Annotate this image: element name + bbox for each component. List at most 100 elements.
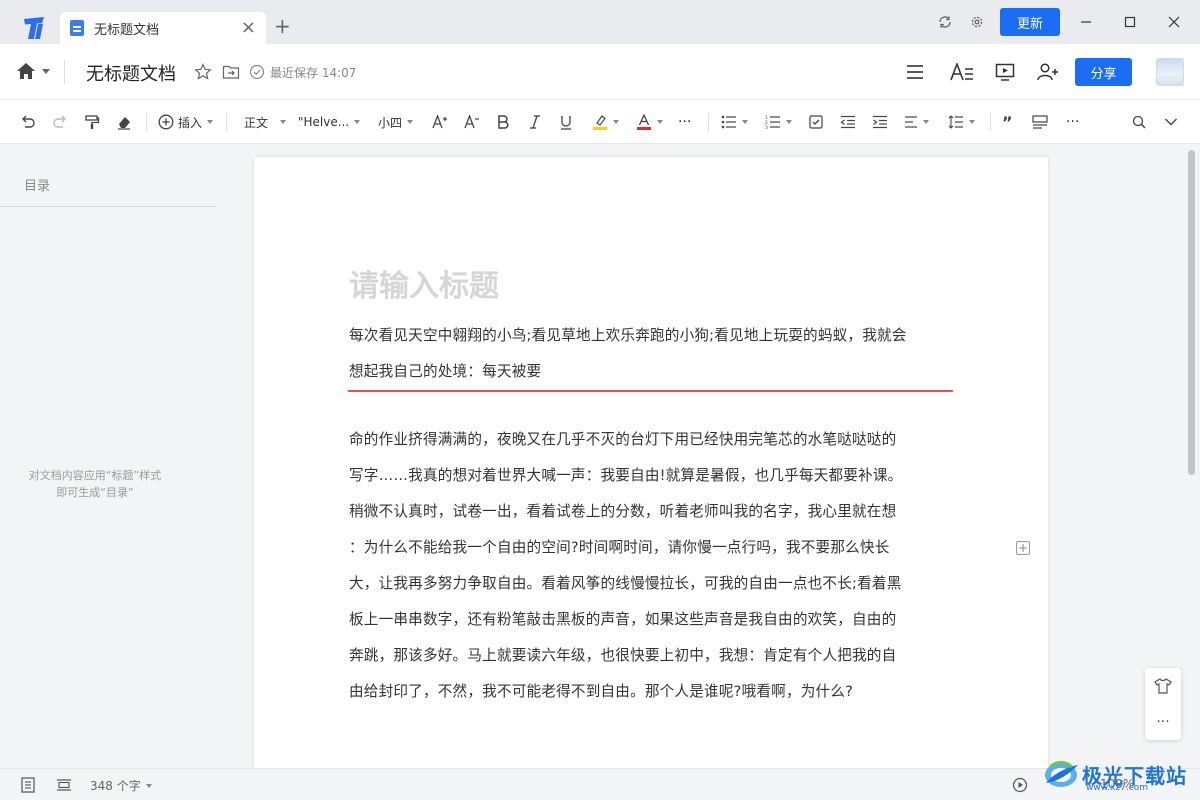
- font-color-button[interactable]: [636, 112, 663, 132]
- home-icon[interactable]: [16, 62, 36, 80]
- font-color-icon: [637, 114, 651, 130]
- sync-icon[interactable]: [936, 13, 954, 31]
- undo-icon[interactable]: [20, 112, 36, 132]
- web-view-icon[interactable]: [54, 776, 74, 794]
- saved-check-icon: [248, 63, 266, 81]
- line-spacing-button[interactable]: [948, 112, 975, 132]
- toolbar-divider: [146, 113, 147, 131]
- search-icon[interactable]: [1132, 112, 1146, 132]
- align-button[interactable]: [904, 112, 929, 132]
- highlighter-icon: [593, 115, 607, 130]
- play-icon[interactable]: [1010, 776, 1030, 794]
- redo-icon[interactable]: [52, 112, 68, 132]
- insert-button[interactable]: 插入: [158, 112, 214, 132]
- theme-shirt-icon[interactable]: [1145, 668, 1181, 704]
- chevron-down-icon: [354, 120, 361, 124]
- user-avatar[interactable]: [1156, 58, 1184, 86]
- app-logo-icon: [24, 17, 44, 39]
- decrease-font-size-icon[interactable]: [464, 112, 480, 132]
- paragraph-style-value: 正文: [244, 115, 269, 130]
- chevron-down-icon: [657, 120, 663, 124]
- bullet-list-button[interactable]: [721, 112, 748, 132]
- underline-icon[interactable]: [560, 112, 572, 132]
- title-bar: 无标题文档 × + 更新: [0, 0, 1200, 44]
- increase-indent-icon[interactable]: [872, 112, 888, 132]
- close-window-icon[interactable]: [1164, 12, 1184, 32]
- tab-title: 无标题文档: [94, 22, 160, 38]
- collapse-toolbar-chevron-icon[interactable]: [1164, 112, 1178, 132]
- spellcheck-underline: [348, 390, 953, 392]
- outline-sidebar: 目录 对文档内容应用“标题”样式 即可生成“目录”: [0, 145, 216, 768]
- outline-title: 目录: [24, 179, 51, 194]
- share-button[interactable]: 分享: [1075, 58, 1132, 86]
- new-tab-icon[interactable]: +: [274, 16, 291, 36]
- decrease-indent-icon[interactable]: [840, 112, 856, 132]
- formatting-toolbar: 插入 正文 "Helve... 小四 ··· 123 ” ···: [0, 100, 1200, 144]
- text-line: 命的作业挤得满满的，夜晚又在几乎不灭的台灯下用已经快用完笔芯的水笔哒哒哒的: [349, 431, 897, 448]
- insert-label: 插入: [178, 115, 203, 130]
- text-line: 板上一串串数字，还有粉笔敲击黑板的声音，如果这些声音是我自由的欢笑，自由的: [349, 611, 897, 628]
- font-size-value: 小四: [378, 115, 403, 130]
- text-line: ：为什么不能给我一个自由的空间?时间啊时间，请你慢一点行吗，我不要那么快长: [349, 539, 890, 556]
- tab-close-icon[interactable]: ×: [241, 19, 256, 37]
- text-line: 每次看见天空中翱翔的小鸟;看见草地上欢乐奔跑的小狗;看见地上玩耍的蚂蚁，我就会: [349, 327, 907, 344]
- chevron-down-icon: [969, 120, 975, 124]
- font-size-select[interactable]: 小四: [378, 112, 414, 132]
- document-tab[interactable]: 无标题文档 ×: [60, 12, 266, 44]
- format-painter-icon[interactable]: [84, 112, 100, 132]
- text-block-icon[interactable]: [1032, 112, 1048, 132]
- clear-format-eraser-icon[interactable]: [116, 112, 132, 132]
- increase-font-size-icon[interactable]: [432, 112, 448, 132]
- status-bar: 348 个字 100%: [0, 768, 1200, 800]
- bullet-list-icon: [721, 115, 736, 129]
- add-comment-icon[interactable]: +: [1016, 541, 1030, 555]
- paragraph[interactable]: 每次看见天空中翱翔的小鸟;看见草地上欢乐奔跑的小狗;看见地上玩耍的蚂蚁，我就会 …: [349, 318, 955, 390]
- text-line: 想起我自己的处境：每天被要: [349, 363, 542, 380]
- add-collaborator-icon[interactable]: [1037, 63, 1059, 81]
- more-tools-icon[interactable]: ···: [1066, 112, 1079, 132]
- menu-icon[interactable]: [906, 63, 924, 81]
- plus-circle-icon: [158, 114, 174, 130]
- chevron-down-icon: [613, 120, 619, 124]
- bold-icon[interactable]: [497, 112, 509, 132]
- italic-icon[interactable]: [529, 112, 541, 132]
- text-format-icon[interactable]: [950, 63, 974, 81]
- chevron-down-icon: [280, 120, 287, 124]
- outline-divider: [0, 206, 216, 207]
- document-page[interactable]: 请输入标题 每次看见天空中翱翔的小鸟;看见草地上欢乐奔跑的小狗;看见地上玩耍的蚂…: [254, 157, 1048, 777]
- update-button[interactable]: 更新: [1000, 8, 1060, 36]
- chevron-down-icon: [786, 120, 792, 124]
- text-line: 写字……我真的想对着世界大喊一声：我要自由!就算是暑假，也几乎每天都要补课。: [349, 467, 903, 484]
- home-dropdown-caret-icon[interactable]: [42, 69, 50, 74]
- numbered-list-icon: 123: [765, 115, 780, 129]
- scrollbar-thumb[interactable]: [1188, 150, 1195, 475]
- minimize-icon[interactable]: [1076, 12, 1096, 32]
- outline-hint-line: 对文档内容应用“标题”样式: [28, 469, 162, 482]
- word-count[interactable]: 348 个字: [90, 777, 152, 794]
- outline-hint-line: 即可生成“目录”: [56, 486, 134, 499]
- font-family-value: "Helve...: [298, 115, 350, 129]
- more-format-options-icon[interactable]: ···: [678, 112, 691, 132]
- maximize-icon[interactable]: [1120, 12, 1140, 32]
- document-title[interactable]: 无标题文档: [86, 60, 176, 86]
- document-icon: [70, 20, 84, 36]
- more-options-icon[interactable]: ···: [1145, 704, 1181, 740]
- line-spacing-icon: [948, 115, 963, 129]
- text-line: 奔跳，那该多好。马上就要读六年级，也很快要上初中，我想：肯定有个人把我的自: [349, 647, 897, 664]
- highlight-color-button[interactable]: [592, 112, 619, 132]
- title-placeholder[interactable]: 请输入标题: [349, 261, 499, 305]
- chevron-down-icon: [923, 120, 929, 124]
- toolbar-divider: [708, 113, 709, 131]
- checklist-icon[interactable]: [809, 112, 823, 132]
- font-family-select[interactable]: "Helve...: [298, 112, 361, 132]
- move-to-folder-icon[interactable]: [222, 63, 240, 81]
- text-line: 由给封印了，不然，我不可能老得不到自由。那个人是谁呢?哦看啊，为什么?: [349, 683, 854, 700]
- quote-icon[interactable]: ”: [1002, 112, 1013, 132]
- paragraph[interactable]: 命的作业挤得满满的，夜晚又在几乎不灭的台灯下用已经快用完笔芯的水笔哒哒哒的 写字…: [349, 422, 955, 710]
- settings-gear-icon[interactable]: [968, 13, 986, 31]
- star-icon[interactable]: [194, 63, 212, 81]
- presentation-icon[interactable]: [995, 63, 1015, 81]
- numbered-list-button[interactable]: 123: [765, 112, 792, 132]
- page-view-icon[interactable]: [18, 776, 38, 794]
- paragraph-style-select[interactable]: 正文: [244, 112, 287, 132]
